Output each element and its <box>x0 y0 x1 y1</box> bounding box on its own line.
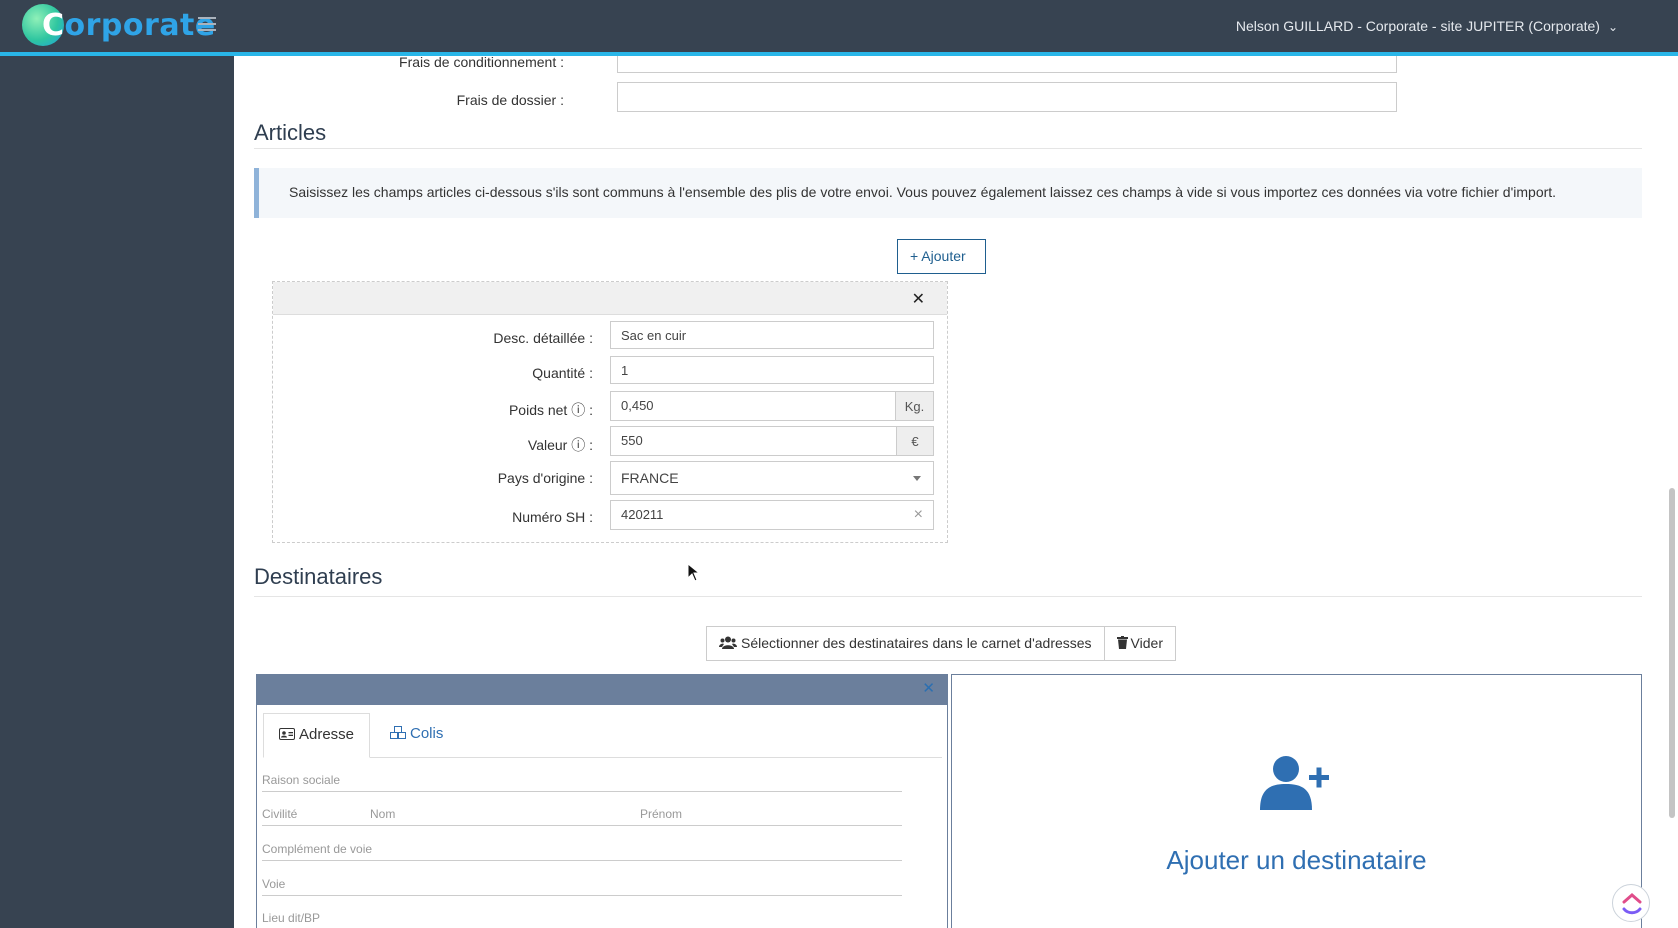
poids-input[interactable]: 0,450 <box>610 391 896 421</box>
tab-colis[interactable]: Colis <box>375 713 458 758</box>
lieu-dit-field[interactable]: Lieu dit/BP <box>262 911 902 928</box>
civilite-field[interactable]: Civilité <box>262 807 370 825</box>
clickup-logo-icon <box>1622 893 1642 915</box>
valeur-label: Valeur ⓘ : <box>527 437 593 453</box>
sh-input[interactable]: 420211 × <box>610 500 934 530</box>
mouse-cursor-icon <box>688 564 700 582</box>
raison-sociale-field[interactable]: Raison sociale <box>262 773 902 792</box>
pays-value: FRANCE <box>621 470 679 486</box>
clear-recipients-button[interactable]: Vider <box>1104 626 1176 661</box>
add-recipient-panel[interactable]: Ajouter un destinataire <box>951 674 1642 928</box>
frais-conditionnement-input[interactable] <box>617 56 1397 73</box>
poids-label: Poids net ⓘ : <box>508 402 593 418</box>
complement-field[interactable]: Complément de voie <box>262 842 902 861</box>
user-menu[interactable]: Nelson GUILLARD - Corporate - site JUPIT… <box>1236 18 1618 34</box>
address-card-icon <box>279 728 295 740</box>
trash-icon <box>1116 636 1128 649</box>
sh-value: 420211 <box>621 507 664 522</box>
recipient-tabs: Adresse Colis <box>263 713 942 758</box>
hamburger-menu-icon[interactable] <box>198 17 216 33</box>
desc-input[interactable]: Sac en cuir <box>610 321 934 349</box>
close-icon[interactable]: ✕ <box>922 679 935 697</box>
poids-unit: Kg. <box>895 391 934 421</box>
pays-label: Pays d'origine : <box>497 470 593 486</box>
select-recipients-label: Sélectionner des destinataires dans le c… <box>741 635 1092 651</box>
chevron-down-icon: ⌄ <box>1607 20 1618 34</box>
sidebar <box>0 56 234 928</box>
user-label: Nelson GUILLARD - Corporate - site JUPIT… <box>1235 18 1600 34</box>
frais-dossier-input[interactable] <box>617 82 1397 112</box>
clear-recipients-label: Vider <box>1130 635 1163 651</box>
quantity-input[interactable]: 1 <box>610 356 934 384</box>
desc-label: Desc. détaillée : <box>493 330 593 346</box>
main-content: Frais de conditionnement : Frais de doss… <box>234 56 1666 928</box>
tab-adresse-label: Adresse <box>299 726 355 743</box>
destinataires-title: Destinataires <box>254 564 383 589</box>
valeur-label-text: Valeur <box>527 437 568 453</box>
user-plus-icon <box>1260 756 1329 810</box>
article-card: ✕ Desc. détaillée : Sac en cuir Quantité… <box>272 281 948 543</box>
caret-down-icon <box>913 476 921 481</box>
sh-label: Numéro SH : <box>512 509 593 525</box>
pays-select[interactable]: FRANCE <box>610 461 934 495</box>
logo-text[interactable]: Corporate <box>42 8 216 43</box>
articles-title: Articles <box>254 120 327 145</box>
info-icon[interactable]: ⓘ <box>571 437 585 453</box>
quantity-label: Quantité : <box>532 365 593 381</box>
clear-icon[interactable]: × <box>914 506 923 524</box>
tab-adresse[interactable]: Adresse <box>263 713 371 758</box>
close-icon[interactable]: ✕ <box>912 289 925 309</box>
valeur-unit: € <box>896 426 934 456</box>
add-recipient-label: Ajouter un destinataire <box>1166 845 1427 875</box>
tab-colis-label: Colis <box>410 725 444 742</box>
divider <box>254 596 1642 597</box>
nom-field[interactable]: Nom <box>370 807 640 825</box>
frais-conditionnement-label: Frais de conditionnement : <box>399 56 564 70</box>
clickup-widget-icon[interactable] <box>1612 884 1650 922</box>
recipient-card: ✕ Adresse Colis Raison sociale Civilité … <box>256 674 948 928</box>
articles-info: Saisissez les champs articles ci-dessous… <box>254 168 1642 218</box>
top-bar: Corporate Nelson GUILLARD - Corporate - … <box>0 0 1678 56</box>
valeur-input[interactable]: 550 <box>610 426 897 456</box>
article-card-header: ✕ <box>273 282 947 315</box>
field-underline <box>262 825 902 826</box>
add-article-button[interactable]: + Ajouter <box>897 239 986 274</box>
recipient-card-header: ✕ <box>257 675 947 705</box>
voie-field[interactable]: Voie <box>262 877 902 896</box>
divider <box>254 148 1642 149</box>
prenom-field[interactable]: Prénom <box>640 807 902 825</box>
poids-label-text: Poids net <box>508 402 568 418</box>
scrollbar[interactable] <box>1666 56 1678 928</box>
scrollbar-thumb[interactable] <box>1669 488 1675 818</box>
boxes-icon <box>390 726 406 739</box>
frais-dossier-label: Frais de dossier : <box>456 92 564 108</box>
select-recipients-button[interactable]: Sélectionner des destinataires dans le c… <box>706 626 1105 661</box>
users-icon <box>719 636 737 649</box>
info-icon[interactable]: ⓘ <box>571 402 585 418</box>
destinataires-actions: Sélectionner des destinataires dans le c… <box>706 626 1176 661</box>
